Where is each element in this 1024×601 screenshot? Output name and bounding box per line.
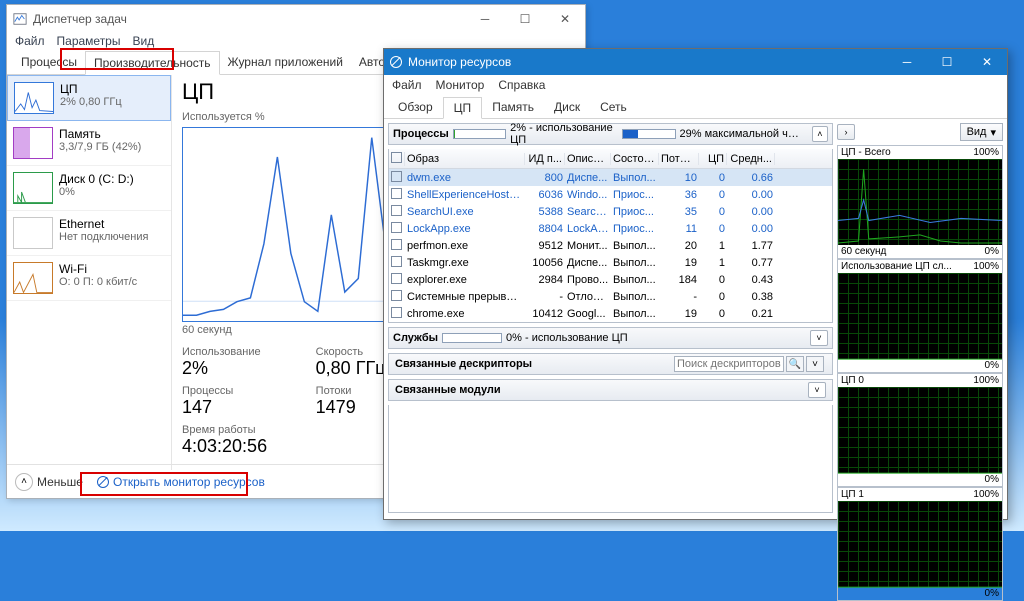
menu-file[interactable]: Файл <box>392 78 422 92</box>
checkbox[interactable] <box>391 205 402 216</box>
cpu-usage-bar <box>453 129 506 139</box>
cpu-freq-bar <box>622 129 675 139</box>
tm-sidebar: ЦП2% 0,80 ГГц Память3,3/7,9 ГБ (42%) Дис… <box>7 75 172 470</box>
table-row[interactable]: dwm.exe800Диспе...Выпол...1000.66 <box>389 169 832 186</box>
modules-panel-body <box>388 405 833 513</box>
minimize-button[interactable]: ─ <box>887 49 927 75</box>
tab-app-history[interactable]: Журнал приложений <box>220 51 351 74</box>
tm-titlebar[interactable]: Диспетчер задач ─ ☐ ✕ <box>7 5 585 33</box>
table-row[interactable]: Taskmgr.exe10056Диспе...Выпол...1910.77 <box>389 254 832 271</box>
sidebar-item-memory[interactable]: Память3,3/7,9 ГБ (42%) <box>7 121 171 166</box>
services-panel-header[interactable]: Службы 0% - использование ЦП ˅ <box>388 327 833 349</box>
resource-monitor-icon <box>390 56 402 68</box>
ethernet-thumb-icon <box>13 217 53 249</box>
fewer-details-button[interactable]: Меньше <box>37 475 83 489</box>
view-dropdown[interactable]: Вид▾ <box>960 123 1003 141</box>
table-row[interactable]: explorer.exe2984Прово...Выпол...18400.43 <box>389 271 832 288</box>
mini-graph: Использование ЦП сл...100%0% <box>837 259 1003 373</box>
memory-thumb-icon <box>13 127 53 159</box>
stat-processes: 147 <box>182 397 308 418</box>
table-row[interactable]: SearchUI.exe5388Search ...Приос...3500.0… <box>389 203 832 220</box>
open-resource-monitor-link[interactable]: Открыть монитор ресурсов <box>97 475 265 489</box>
cpu-thumb-icon <box>14 82 54 114</box>
rm-titlebar[interactable]: Монитор ресурсов ─ ☐ ✕ <box>384 49 1007 75</box>
rm-right-pane: › Вид▾ ЦП - Всего100%60 секунд0%Использо… <box>837 123 1003 513</box>
menu-view[interactable]: Вид <box>132 34 154 48</box>
tab-processes[interactable]: Процессы <box>13 51 85 74</box>
close-button[interactable]: ✕ <box>967 49 1007 75</box>
resource-monitor-window: Монитор ресурсов ─ ☐ ✕ Файл Монитор Спра… <box>383 48 1008 520</box>
chevron-up-icon[interactable]: ˄ <box>812 126 828 142</box>
menu-file[interactable]: Файл <box>15 34 45 48</box>
processes-panel-header[interactable]: Процессы 2% - использование ЦП 29% макси… <box>388 123 833 145</box>
tab-memory[interactable]: Память <box>482 97 544 118</box>
disk-thumb-icon <box>13 172 53 204</box>
sidebar-item-wifi[interactable]: Wi-FiО: 0 П: 0 кбит/с <box>7 256 171 301</box>
tab-disk[interactable]: Диск <box>544 97 590 118</box>
stat-utilization: 2% <box>182 358 308 379</box>
sidebar-item-disk0[interactable]: Диск 0 (C: D:)0% <box>7 166 171 211</box>
tab-performance[interactable]: Производительность <box>85 51 219 75</box>
maximize-button[interactable]: ☐ <box>927 49 967 75</box>
menu-monitor[interactable]: Монитор <box>436 78 485 92</box>
handles-panel-header[interactable]: Связанные дескрипторы 🔍 ˅ <box>388 353 833 375</box>
modules-panel-header[interactable]: Связанные модули ˅ <box>388 379 833 401</box>
search-handles-input[interactable] <box>674 356 784 372</box>
search-icon[interactable]: 🔍 <box>786 356 804 372</box>
table-row[interactable]: Системные прерывания-Отлож...Выпол...-00… <box>389 288 832 305</box>
chevron-down-icon[interactable]: ˅ <box>806 356 824 372</box>
sidebar-item-cpu[interactable]: ЦП2% 0,80 ГГц <box>7 75 171 121</box>
checkbox-all[interactable] <box>391 152 402 163</box>
chevron-down-icon[interactable]: ˅ <box>808 382 826 398</box>
task-manager-icon <box>13 12 27 26</box>
minimize-button[interactable]: ─ <box>465 5 505 33</box>
tm-title: Диспетчер задач <box>33 12 465 26</box>
rm-tabs: Обзор ЦП Память Диск Сеть <box>384 95 1007 119</box>
mini-graph: ЦП 0100%0% <box>837 373 1003 487</box>
checkbox[interactable] <box>391 307 402 318</box>
menu-options[interactable]: Параметры <box>57 34 121 48</box>
maximize-button[interactable]: ☐ <box>505 5 545 33</box>
chevron-up-icon[interactable]: ˄ <box>15 473 33 491</box>
checkbox[interactable] <box>391 290 402 301</box>
tm-header-big: ЦП <box>182 79 214 105</box>
resource-monitor-icon <box>97 476 109 488</box>
chevron-right-icon[interactable]: › <box>837 124 855 140</box>
table-row[interactable]: ShellExperienceHost.exe6036Windo...Приос… <box>389 186 832 203</box>
checkbox[interactable] <box>391 239 402 250</box>
rm-title: Монитор ресурсов <box>408 55 887 69</box>
chevron-down-icon[interactable]: ˅ <box>810 330 828 346</box>
wifi-thumb-icon <box>13 262 53 294</box>
tab-network[interactable]: Сеть <box>590 97 637 118</box>
checkbox[interactable] <box>391 171 402 182</box>
table-header[interactable]: Образ ИД п... Описа... Состоя... Потоки … <box>389 149 832 169</box>
processes-table: Образ ИД п... Описа... Состоя... Потоки … <box>388 149 833 323</box>
table-row[interactable]: LockApp.exe8804LockAp...Приос...1100.00 <box>389 220 832 237</box>
tab-overview[interactable]: Обзор <box>388 97 443 118</box>
svc-cpu-bar <box>442 333 502 343</box>
table-row[interactable]: perfmon.exe9512Монит...Выпол...2011.77 <box>389 237 832 254</box>
mini-graph: ЦП 1100%0% <box>837 487 1003 601</box>
rm-menubar: Файл Монитор Справка <box>384 75 1007 95</box>
tab-cpu[interactable]: ЦП <box>443 97 483 119</box>
checkbox[interactable] <box>391 188 402 199</box>
table-row[interactable]: chrome.exe10412Googl...Выпол...1900.21 <box>389 305 832 322</box>
close-button[interactable]: ✕ <box>545 5 585 33</box>
checkbox[interactable] <box>391 256 402 267</box>
checkbox[interactable] <box>391 222 402 233</box>
sidebar-item-ethernet[interactable]: EthernetНет подключения <box>7 211 171 256</box>
mini-graph: ЦП - Всего100%60 секунд0% <box>837 145 1003 259</box>
menu-help[interactable]: Справка <box>498 78 545 92</box>
checkbox[interactable] <box>391 273 402 284</box>
